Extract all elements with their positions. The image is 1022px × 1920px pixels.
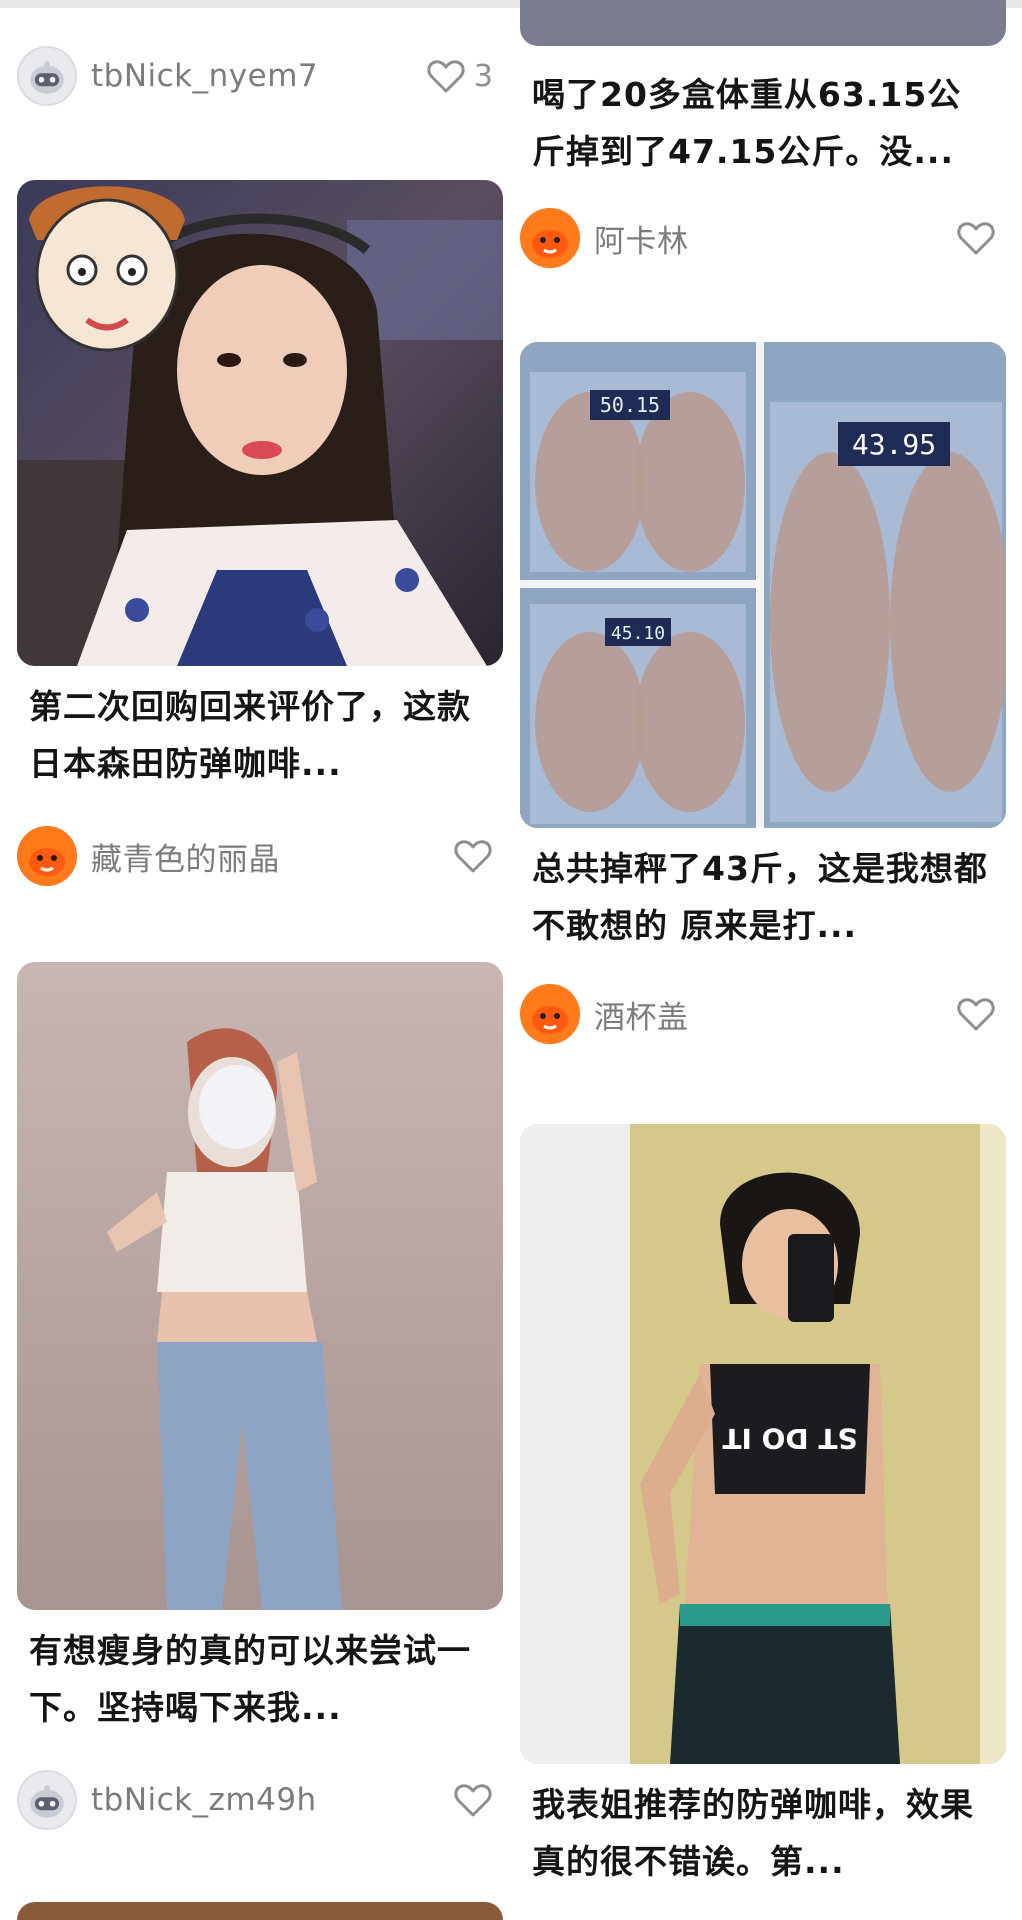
post-image[interactable] — [17, 962, 503, 1610]
username[interactable]: tbNick_nyem7 — [91, 58, 426, 94]
robot-avatar-icon — [30, 61, 64, 94]
username[interactable]: 酒杯盖 — [594, 992, 956, 1037]
like-button[interactable] — [956, 996, 996, 1032]
post-card[interactable]: ST DO IT 我表姐推荐的防弹咖啡，效果真的很不错诶。第... — [520, 1124, 1006, 1890]
like-count: 3 — [473, 58, 493, 94]
post-title[interactable]: 总共掉秤了43斤，这是我想都不敢想的 原来是打... — [520, 840, 990, 954]
heart-icon — [957, 222, 995, 255]
post-card[interactable]: 有想瘦身的真的可以来尝试一下。坚持喝下来我... tbNick_zm49h — [17, 962, 503, 1830]
like-button[interactable] — [453, 1782, 493, 1818]
heart-icon — [957, 998, 995, 1031]
post-image[interactable] — [17, 1902, 503, 1920]
post-image[interactable]: ST DO IT — [520, 1124, 1006, 1764]
post-author-row[interactable]: 藏青色的丽晶 — [17, 824, 503, 888]
heart-icon — [454, 840, 492, 873]
post-author-row[interactable]: tbNick_nyem7 3 — [17, 44, 503, 108]
user-avatar[interactable] — [520, 208, 580, 268]
body-photo — [17, 962, 503, 1610]
user-avatar[interactable] — [520, 984, 580, 1044]
post-title[interactable]: 喝了20多盒体重从63.15公斤掉到了47.15公斤。没... — [520, 66, 990, 180]
user-avatar[interactable] — [17, 826, 77, 886]
username[interactable]: tbNick_zm49h — [91, 1782, 453, 1818]
scale-collage: 50.15 45.10 43.95 — [520, 342, 1006, 828]
post-card[interactable]: 第二次回购回来评价了，这款日本森田防弹咖啡... 藏青色的丽晶 — [17, 180, 503, 886]
like-button[interactable] — [453, 838, 493, 874]
like-button[interactable]: 3 — [426, 58, 493, 94]
shirt-text: ST DO IT — [722, 1422, 857, 1455]
robot-avatar-icon — [30, 1785, 64, 1818]
heart-icon — [427, 60, 465, 93]
selfie-photo — [17, 180, 503, 666]
post-image[interactable]: 50.15 45.10 43.95 — [520, 342, 1006, 828]
scale-reading: 43.95 — [852, 428, 936, 461]
post-title[interactable]: 第二次回购回来评价了，这款日本森田防弹咖啡... — [17, 678, 487, 792]
post-author-row[interactable]: 酒杯盖 — [520, 982, 1006, 1046]
post-image[interactable] — [520, 0, 1006, 46]
post-card[interactable] — [17, 1902, 503, 1920]
post-author-row[interactable]: tbNick_zm49h — [17, 1768, 503, 1832]
username[interactable]: 藏青色的丽晶 — [91, 834, 453, 879]
user-avatar[interactable] — [17, 1770, 77, 1830]
post-card[interactable]: 50.15 45.10 43.95 总共掉秤了43斤，这是我想都不敢想的 原来是… — [520, 342, 1006, 1044]
username[interactable]: 阿卡林 — [594, 216, 956, 261]
heart-icon — [454, 1784, 492, 1817]
post-title[interactable]: 我表姐推荐的防弹咖啡，效果真的很不错诶。第... — [520, 1776, 990, 1890]
post-title[interactable]: 有想瘦身的真的可以来尝试一下。坚持喝下来我... — [17, 1622, 487, 1736]
scale-reading: 45.10 — [611, 623, 665, 644]
fox-avatar-icon — [520, 208, 580, 268]
fox-avatar-icon — [17, 826, 77, 886]
post-card[interactable]: 喝了20多盒体重从63.15公斤掉到了47.15公斤。没... 阿卡林 — [520, 0, 1006, 268]
fox-avatar-icon — [520, 984, 580, 1044]
scale-reading: 50.15 — [600, 393, 660, 417]
user-avatar[interactable] — [17, 46, 77, 106]
post-author-row[interactable]: 阿卡林 — [520, 206, 1006, 270]
mirror-selfie: ST DO IT — [520, 1124, 1006, 1764]
post-image[interactable] — [17, 180, 503, 666]
like-button[interactable] — [956, 220, 996, 256]
